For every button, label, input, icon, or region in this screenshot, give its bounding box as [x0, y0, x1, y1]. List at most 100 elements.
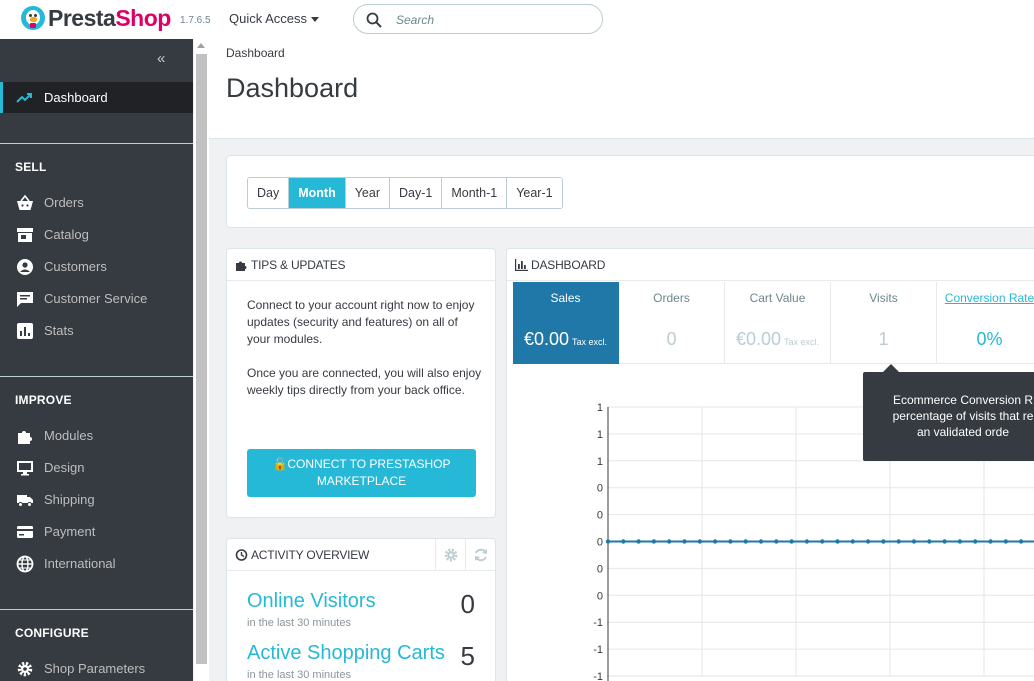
sidebar-item-orders[interactable]: Orders	[0, 187, 193, 218]
metric-orders[interactable]: Orders 0	[619, 282, 725, 364]
section-title-sell: SELL	[15, 160, 47, 174]
search-input[interactable]	[396, 11, 586, 28]
online-visitors-caption: in the last 30 minutes	[247, 617, 351, 629]
sidebar-item-stats[interactable]: Stats	[0, 315, 193, 346]
metric-value: 1	[878, 329, 889, 349]
sidebar-item-customer-service[interactable]: Customer Service	[0, 283, 193, 314]
chart-data-point	[712, 539, 718, 544]
gear-icon	[444, 548, 457, 562]
date-day-button[interactable]: Day	[248, 178, 290, 208]
metric-value: 0%	[976, 329, 1003, 349]
sidebar-item-dashboard[interactable]: Dashboard	[0, 82, 193, 113]
date-year-button[interactable]: Year	[345, 178, 390, 208]
chart-data-point	[820, 539, 825, 544]
chart-data-point	[850, 539, 855, 544]
date-previous-year-button[interactable]: Year-1	[507, 178, 562, 208]
chart-data-point	[667, 539, 672, 544]
date-previous-month-button[interactable]: Month-1	[442, 178, 508, 208]
sidebar-item-label: Customer Service	[44, 291, 148, 306]
sidebar-item-label: Shop Parameters	[44, 661, 146, 676]
chart-y-tick-label: -1	[593, 644, 603, 656]
globe-icon	[16, 555, 34, 573]
activity-overview-panel: ACTIVITY OVERVIEW Online Visitors in the…	[226, 538, 496, 681]
tips-updates-panel: TIPS & UPDATES Connect to your account r…	[226, 248, 496, 518]
chart-data-point	[911, 539, 917, 544]
conversion-rate-tooltip: Ecommerce Conversion R percentage of vis…	[863, 364, 1034, 461]
search-icon[interactable]	[366, 12, 382, 28]
sidebar-item-label: International	[44, 556, 116, 571]
tips-paragraph: Once you are connected, you will also en…	[247, 366, 482, 397]
sidebar-item-customers[interactable]: Customers	[0, 251, 193, 282]
chart-data-point	[605, 539, 611, 544]
configure-button[interactable]	[435, 539, 465, 571]
panel-title: ACTIVITY OVERVIEW	[251, 548, 370, 562]
chart-data-point	[743, 539, 748, 544]
connect-marketplace-button[interactable]: 🔓CONNECT TO PRESTASHOP MARKETPLACE	[247, 449, 476, 497]
metric-conversion-rate[interactable]: Conversion Rate 0%	[937, 282, 1034, 364]
sidebar-item-label: Shipping	[44, 492, 95, 507]
dashboard-panel: DASHBOARD Sales €0.00 Tax excl. Orders 0 …	[506, 248, 1034, 681]
metric-label[interactable]: Conversion Rate	[937, 291, 1034, 305]
metric-label: Sales	[550, 291, 581, 305]
scrollbar-thumb[interactable]	[196, 54, 207, 664]
chart-data-point	[896, 539, 901, 544]
chart-data-point	[881, 539, 886, 544]
sidebar-item-design[interactable]: Design	[0, 452, 193, 483]
chart-data-point	[835, 539, 840, 544]
active-carts-caption: in the last 30 minutes	[247, 669, 351, 681]
date-month-button[interactable]: Month	[289, 178, 346, 208]
chart-data-point	[988, 539, 993, 544]
sidebar-item-label: Payment	[44, 524, 96, 539]
date-previous-day-button[interactable]: Day-1	[389, 178, 443, 208]
account-circle-icon	[17, 259, 33, 275]
metric-sales[interactable]: Sales €0.00 Tax excl.	[513, 282, 619, 364]
chart-data-point	[697, 539, 702, 544]
scroll-up-arrow-icon[interactable]	[197, 43, 205, 48]
chart-y-tick-label: 0	[597, 537, 603, 549]
sidebar-item-catalog[interactable]: Catalog	[0, 219, 193, 250]
chart-data-point	[621, 539, 626, 544]
version-label: 1.7.6.5	[180, 15, 211, 26]
metric-value: 0	[666, 329, 677, 349]
sidebar-item-label: Stats	[44, 323, 74, 338]
active-carts-link[interactable]: Active Shopping Carts	[247, 642, 445, 665]
sidebar-item-label: Catalog	[44, 227, 89, 242]
metric-visits[interactable]: Visits 1	[831, 282, 937, 364]
metric-label: Orders	[653, 291, 690, 305]
panel-title: DASHBOARD	[531, 258, 606, 272]
online-visitors-value: 0	[460, 589, 475, 619]
search-box[interactable]	[353, 4, 603, 34]
chart-y-tick-label: 1	[597, 429, 603, 441]
collapse-sidebar-icon[interactable]: «	[157, 50, 165, 67]
sidebar-divider	[0, 143, 193, 144]
refresh-button[interactable]	[465, 539, 495, 571]
puzzle-icon	[18, 431, 32, 444]
quick-access-dropdown[interactable]: Quick Access	[229, 11, 320, 26]
puzzle-icon	[236, 261, 247, 271]
quick-access-label: Quick Access	[229, 11, 308, 26]
panel-header: DASHBOARD	[507, 249, 1034, 281]
caret-down-icon	[311, 17, 320, 23]
prestashop-logo-icon[interactable]	[21, 6, 45, 30]
store-icon	[17, 228, 33, 242]
sidebar-item-modules[interactable]: Modules	[0, 420, 193, 451]
chart-y-tick-label: -1	[593, 671, 603, 681]
refresh-icon	[474, 548, 487, 562]
truck-icon	[17, 495, 33, 507]
prestashop-logo[interactable]: PrestaShop	[48, 5, 171, 32]
online-visitors-link[interactable]: Online Visitors	[247, 590, 376, 613]
sidebar-item-payment[interactable]: Payment	[0, 516, 193, 547]
active-carts-value: 5	[460, 641, 475, 671]
sidebar-item-shop-parameters[interactable]: Shop Parameters	[0, 653, 193, 681]
chart-data-point	[774, 539, 779, 544]
sidebar-item-shipping[interactable]: Shipping	[0, 484, 193, 515]
metric-cart-value[interactable]: Cart Value €0.00 Tax excl.	[725, 282, 831, 364]
breadcrumb[interactable]: Dashboard	[226, 46, 285, 60]
tooltip-line: Ecommerce Conversion R	[892, 393, 1034, 407]
chart-data-point	[651, 539, 657, 544]
chart-y-tick-label: 0	[597, 510, 603, 522]
metric-value: €0.00 Tax excl.	[735, 329, 820, 349]
sidebar-item-international[interactable]: International	[0, 548, 193, 579]
sidebar-scrollbar[interactable]	[194, 39, 209, 681]
chat-icon	[17, 292, 33, 307]
